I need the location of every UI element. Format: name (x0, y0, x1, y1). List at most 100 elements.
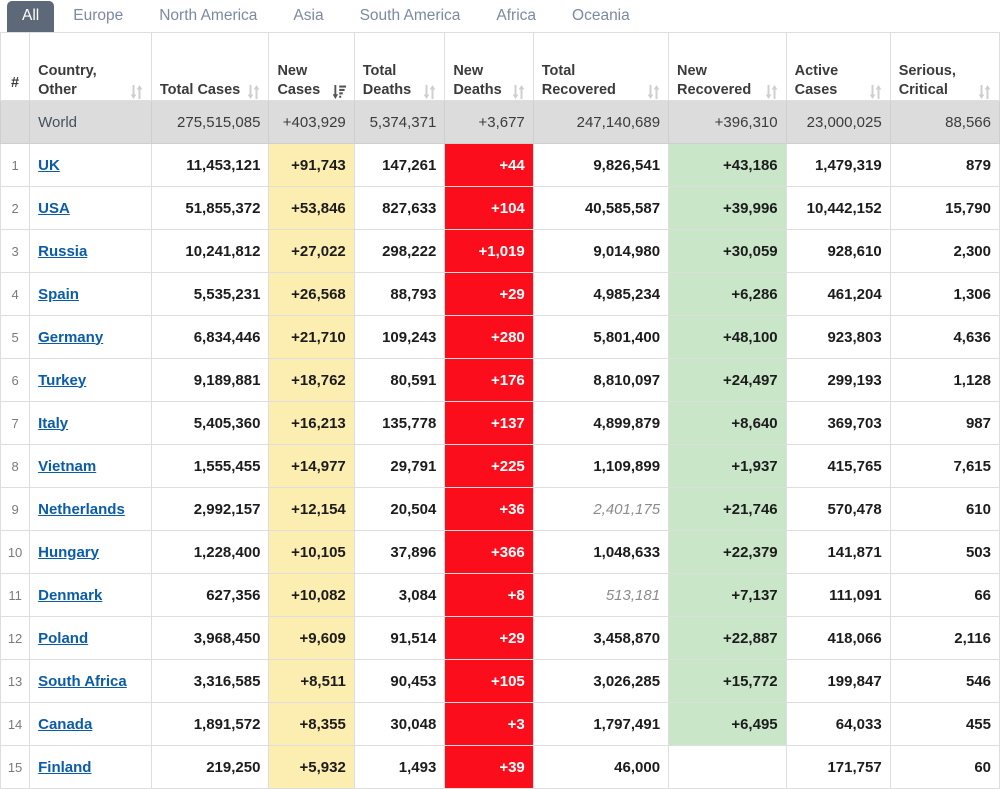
row-country[interactable]: Germany (29, 315, 152, 359)
row-total-recovered: 40,585,587 (532, 186, 670, 230)
column-header-active-cases[interactable]: Active Cases (785, 32, 891, 101)
row-country[interactable]: Canada (29, 702, 152, 746)
row-active-cases: 369,703 (785, 401, 891, 445)
row-new-deaths: +29 (444, 272, 534, 316)
row-rank: 6 (0, 358, 31, 402)
region-tab-north-america[interactable]: North America (142, 1, 274, 32)
row-total-recovered: 513,181 (532, 573, 670, 617)
row-new-recovered: +8,640 (668, 401, 787, 445)
row-total-deaths: 3,084 (353, 573, 446, 617)
row-total-recovered: 2,401,175 (532, 487, 670, 531)
row-new-deaths: +36 (444, 487, 534, 531)
row-serious-critical: 66 (889, 573, 1000, 617)
row-new-recovered: +1,937 (668, 444, 787, 488)
row-total-deaths: 298,222 (353, 229, 446, 273)
sort-toggle-icon[interactable] (130, 84, 143, 100)
country-link[interactable]: USA (38, 200, 70, 217)
column-header-new-cases[interactable]: New Cases (268, 32, 355, 101)
row-new-recovered: +21,746 (668, 487, 787, 531)
row-country[interactable]: Hungary (29, 530, 152, 574)
row-serious-critical: 60 (889, 745, 1000, 789)
world-total-cases: 275,515,085 (150, 100, 270, 144)
row-country[interactable]: Turkey (29, 358, 152, 402)
row-country[interactable]: UK (29, 143, 152, 187)
column-header-total-deaths[interactable]: Total Deaths (353, 32, 446, 101)
row-country[interactable]: South Africa (29, 659, 152, 703)
row-new-deaths: +3 (444, 702, 534, 746)
country-link[interactable]: Spain (38, 286, 79, 303)
sort-toggle-icon[interactable] (978, 84, 991, 100)
country-link[interactable]: Poland (38, 630, 88, 647)
world-active-cases: 23,000,025 (785, 100, 891, 144)
sort-toggle-icon[interactable] (423, 84, 436, 100)
column-header-total-recovered[interactable]: Total Recovered (532, 32, 670, 101)
column-header-new-deaths[interactable]: New Deaths (444, 32, 534, 101)
row-new-deaths: +44 (444, 143, 534, 187)
row-active-cases: 141,871 (785, 530, 891, 574)
world-serious-critical: 88,566 (889, 100, 1000, 144)
row-country[interactable]: Russia (29, 229, 152, 273)
row-new-cases: +10,082 (268, 573, 355, 617)
country-link[interactable]: Italy (38, 415, 68, 432)
country-link[interactable]: Hungary (38, 544, 99, 561)
country-link[interactable]: Canada (38, 716, 92, 733)
sort-toggle-icon[interactable] (765, 84, 778, 100)
row-total-recovered: 1,109,899 (532, 444, 670, 488)
country-link[interactable]: Netherlands (38, 501, 125, 518)
row-country[interactable]: Denmark (29, 573, 152, 617)
sort-toggle-icon[interactable] (869, 84, 882, 100)
region-tab-all[interactable]: All (7, 1, 55, 32)
country-link[interactable]: Finland (38, 759, 91, 776)
row-country[interactable]: Spain (29, 272, 152, 316)
row-new-cases: +8,511 (268, 659, 355, 703)
country-link[interactable]: South Africa (38, 673, 127, 690)
column-header-country-other[interactable]: Country, Other (29, 32, 152, 101)
row-new-cases: +10,105 (268, 530, 355, 574)
row-country[interactable]: USA (29, 186, 152, 230)
sort-toggle-icon[interactable] (247, 84, 260, 100)
row-serious-critical: 610 (889, 487, 1000, 531)
row-active-cases: 570,478 (785, 487, 891, 531)
region-tab-europe[interactable]: Europe (56, 1, 140, 32)
row-serious-critical: 7,615 (889, 444, 1000, 488)
column-header-label: Total Cases (159, 82, 241, 98)
row-country[interactable]: Vietnam (29, 444, 152, 488)
column-header-rank[interactable]: # (0, 32, 31, 101)
row-total-recovered: 1,797,491 (532, 702, 670, 746)
country-link[interactable]: Denmark (38, 587, 102, 604)
row-active-cases: 10,442,152 (785, 186, 891, 230)
row-total-cases: 219,250 (150, 745, 270, 789)
region-tab-oceania[interactable]: Oceania (555, 1, 647, 32)
country-link[interactable]: Vietnam (38, 458, 96, 475)
row-country[interactable]: Poland (29, 616, 152, 660)
covid-statistics-table: # Country, Other Total Cases New Cases Total… (0, 32, 1000, 789)
sort-toggle-icon[interactable] (647, 84, 660, 100)
country-link[interactable]: UK (38, 157, 60, 174)
column-header-label: Total Deaths (362, 63, 412, 98)
row-total-recovered: 8,810,097 (532, 358, 670, 402)
column-header-total-cases[interactable]: Total Cases (150, 32, 270, 101)
table-row: 10 Hungary 1,228,400 +10,105 37,896 +366 1,048… (0, 530, 1000, 574)
sort-descending-icon[interactable] (332, 84, 346, 100)
row-new-cases: +9,609 (268, 616, 355, 660)
country-link[interactable]: Germany (38, 329, 103, 346)
column-header-new-recovered[interactable]: New Recovered (668, 32, 787, 101)
row-total-recovered: 5,801,400 (532, 315, 670, 359)
row-total-deaths: 827,633 (353, 186, 446, 230)
row-country[interactable]: Netherlands (29, 487, 152, 531)
row-total-deaths: 109,243 (353, 315, 446, 359)
row-total-cases: 6,834,446 (150, 315, 270, 359)
row-new-deaths: +225 (444, 444, 534, 488)
column-header-serious-critical[interactable]: Serious, Critical (889, 32, 1000, 101)
sort-toggle-icon[interactable] (512, 84, 525, 100)
row-rank: 7 (0, 401, 31, 445)
country-link[interactable]: Russia (38, 243, 87, 260)
region-tab-south-america[interactable]: South America (343, 1, 478, 32)
region-tab-africa[interactable]: Africa (479, 1, 553, 32)
country-link[interactable]: Turkey (38, 372, 86, 389)
table-row: 1 UK 11,453,121 +91,743 147,261 +44 9,826,541 +… (0, 143, 1000, 187)
row-country[interactable]: Italy (29, 401, 152, 445)
row-new-deaths: +176 (444, 358, 534, 402)
region-tab-asia[interactable]: Asia (276, 1, 340, 32)
row-country[interactable]: Finland (29, 745, 152, 789)
